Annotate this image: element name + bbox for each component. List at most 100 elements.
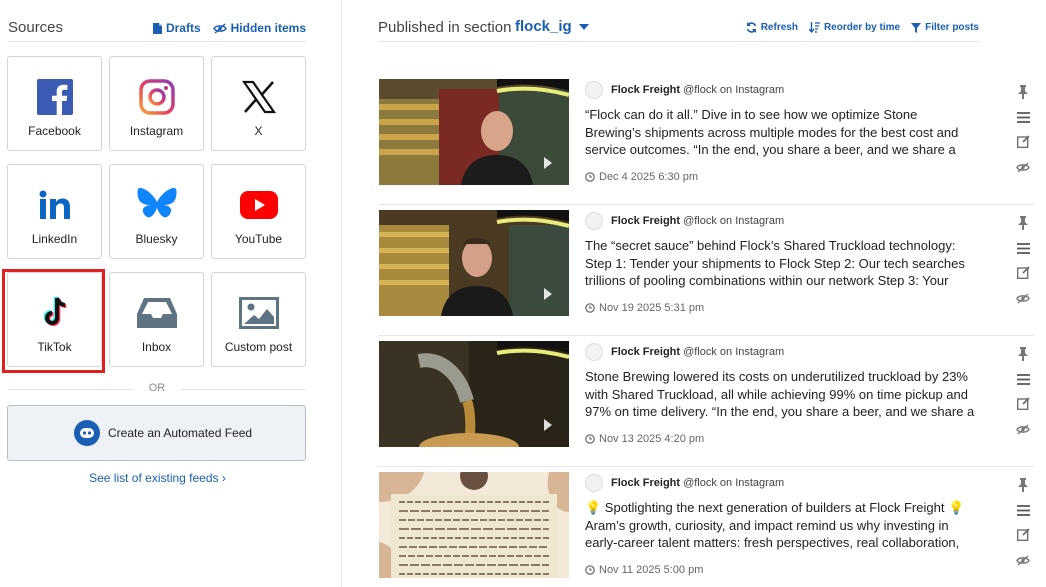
caret-down-icon [578, 24, 589, 31]
clock-icon [585, 434, 595, 444]
author-name: Flock Freight [611, 477, 681, 489]
eye-slash-icon [212, 22, 227, 34]
refresh-icon [746, 22, 756, 33]
source-tile-linkedin[interactable]: LinkedIn [7, 164, 102, 259]
source-label: Instagram [129, 124, 184, 138]
menu-icon[interactable] [1014, 371, 1032, 387]
source-tile-youtube[interactable]: YouTube [211, 164, 306, 259]
source-tile-inbox[interactable]: Inbox [109, 272, 204, 367]
author-name: Flock Freight [611, 84, 681, 96]
author-handle: @flock on Instagram [683, 477, 785, 489]
source-label: Inbox [141, 340, 172, 354]
avatar [585, 212, 603, 230]
facebook-icon [36, 79, 73, 115]
hide-icon[interactable] [1014, 159, 1032, 175]
source-tile-tiktok[interactable]: TikTok [7, 272, 102, 367]
section-name: flock_ig [515, 18, 572, 35]
hidden-items-link[interactable]: Hidden items [212, 21, 306, 35]
bluesky-icon [136, 187, 177, 218]
sources-header: Sources Drafts Hidden items [8, 18, 306, 42]
hide-icon[interactable] [1014, 552, 1032, 568]
source-label: Facebook [28, 124, 81, 138]
post-text: “Flock can do it all.” Dive in to see ho… [585, 107, 959, 157]
pin-icon[interactable] [1014, 477, 1032, 493]
source-label: LinkedIn [31, 232, 78, 246]
source-label: YouTube [234, 232, 283, 246]
post-date: Nov 19 2025 5:31 pm [585, 302, 704, 314]
avatar [585, 474, 603, 492]
filter-button[interactable]: Filter posts [911, 22, 979, 33]
or-label: OR [148, 382, 166, 394]
author-handle: @flock on Instagram [683, 346, 785, 358]
post-date: Dec 4 2025 6:30 pm [585, 171, 698, 183]
author-name: Flock Freight [611, 346, 681, 358]
source-label: Bluesky [135, 232, 178, 246]
author-name: Flock Freight [611, 215, 681, 227]
source-label: TikTok [37, 340, 72, 354]
post-text: 💡 Spotlighting the next generation of bu… [585, 500, 965, 550]
post-thumbnail[interactable] [379, 79, 569, 185]
sources-title: Sources [8, 19, 64, 36]
pin-icon[interactable] [1014, 346, 1032, 362]
refresh-button[interactable]: Refresh [746, 22, 798, 33]
clock-icon [585, 172, 595, 182]
post-text: The “secret sauce” behind Flock’s Shared… [585, 238, 965, 288]
edit-icon[interactable] [1014, 395, 1032, 411]
edit-icon[interactable] [1014, 133, 1032, 149]
post-thumbnail[interactable] [379, 472, 569, 578]
reorder-button[interactable]: Reorder by time [808, 22, 901, 33]
source-tile-instagram[interactable]: Instagram [109, 56, 204, 151]
edit-icon[interactable] [1014, 264, 1032, 280]
see-existing-feeds-link[interactable]: See list of existing feeds › [0, 471, 315, 485]
filter-label: Filter posts [925, 22, 979, 33]
feed-header: Published in section flock_ig Refresh Re… [378, 18, 979, 42]
hidden-items-label: Hidden items [230, 21, 306, 35]
post-date: Nov 13 2025 4:20 pm [585, 433, 704, 445]
source-label: X [254, 124, 263, 138]
source-tile-custom-post[interactable]: Custom post [211, 272, 306, 367]
post-date: Nov 11 2025 5:00 pm [585, 564, 703, 576]
image-icon [238, 297, 279, 329]
create-automated-feed-button[interactable]: Create an Automated Feed [7, 405, 306, 461]
post-item: Flock Freight @flock on Instagram 💡 Spot… [378, 471, 1034, 587]
hide-icon[interactable] [1014, 421, 1032, 437]
post-date-text: Nov 13 2025 4:20 pm [599, 433, 705, 445]
menu-icon[interactable] [1014, 502, 1032, 518]
hide-icon[interactable] [1014, 290, 1032, 306]
post-date-text: Nov 19 2025 5:31 pm [599, 302, 705, 314]
document-icon [152, 22, 162, 34]
post-item: Flock Freight @flock on Instagram The “s… [378, 209, 1034, 336]
menu-icon[interactable] [1014, 109, 1032, 125]
avatar [585, 81, 603, 99]
pin-icon[interactable] [1014, 215, 1032, 231]
reorder-label: Reorder by time [823, 22, 901, 33]
post-author: Flock Freight @flock on Instagram [585, 81, 784, 99]
drafts-link[interactable]: Drafts [152, 21, 201, 35]
source-tile-bluesky[interactable]: Bluesky [109, 164, 204, 259]
post-item: Flock Freight @flock on Instagram “Flock… [378, 78, 1034, 205]
filter-icon [911, 22, 922, 33]
robot-icon [74, 420, 100, 446]
or-divider: OR [8, 380, 306, 398]
source-tile-facebook[interactable]: Facebook [7, 56, 102, 151]
sources-panel: Sources Drafts Hidden items Facebook Ins… [0, 0, 342, 587]
post-thumbnail[interactable] [379, 341, 569, 447]
post-item: Flock Freight @flock on Instagram Stone … [378, 340, 1034, 467]
drafts-label: Drafts [165, 21, 201, 35]
section-dropdown[interactable]: flock_ig [515, 18, 589, 35]
post-author: Flock Freight @flock on Instagram [585, 343, 785, 361]
sort-icon [808, 22, 820, 33]
source-tile-x[interactable]: X [211, 56, 306, 151]
pin-icon[interactable] [1014, 84, 1032, 100]
instagram-icon [138, 79, 175, 115]
menu-icon[interactable] [1014, 240, 1032, 256]
x-icon [241, 80, 276, 114]
post-text: Stone Brewing lowered its costs on under… [585, 369, 975, 419]
post-date-text: Dec 4 2025 6:30 pm [599, 171, 699, 183]
clock-icon [585, 565, 595, 575]
linkedin-icon [39, 190, 70, 219]
post-thumbnail[interactable] [379, 210, 569, 316]
edit-icon[interactable] [1014, 526, 1032, 542]
inbox-icon [136, 298, 177, 328]
source-label: Custom post [224, 340, 293, 354]
